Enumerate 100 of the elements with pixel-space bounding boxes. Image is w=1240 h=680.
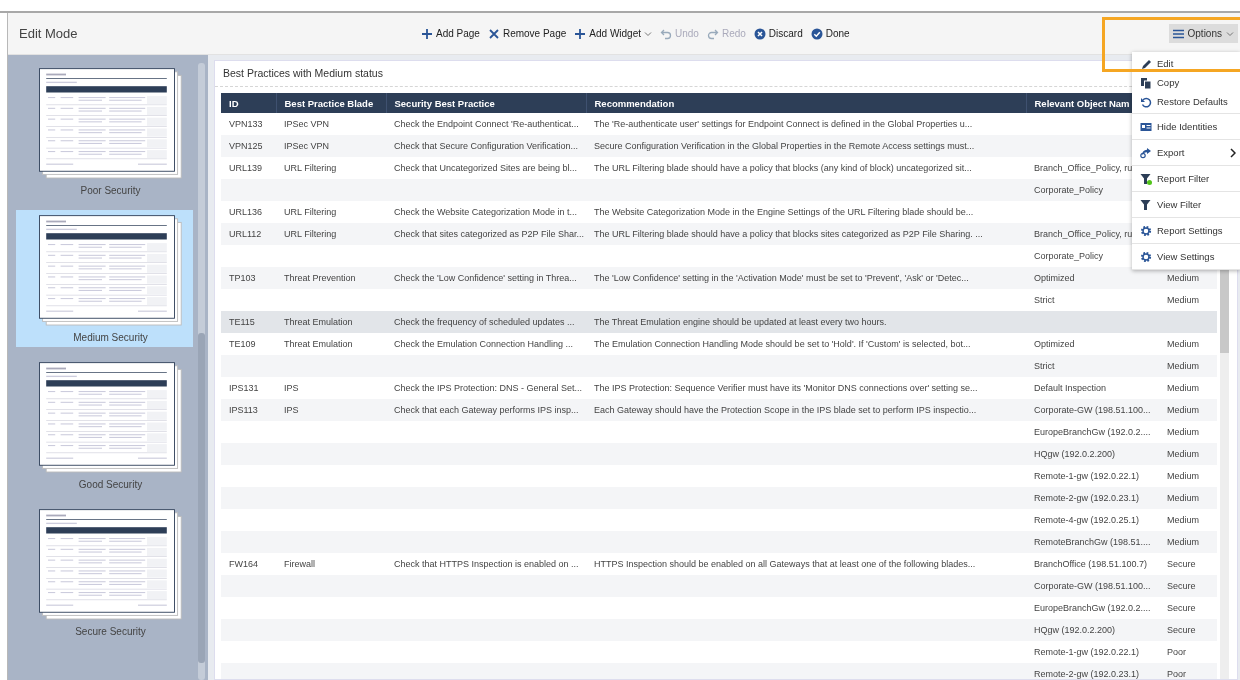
menu-item[interactable]: Hide Identities <box>1132 116 1240 137</box>
column-header[interactable]: Security Best Practice <box>386 93 586 113</box>
table-cell: Medium <box>1167 493 1199 503</box>
table-cell: Medium <box>1167 339 1199 349</box>
table-cell: The URL Filtering blade should have a policy that blocks (any kind of block) uncategorized sit... <box>594 163 972 173</box>
column-header[interactable]: ID <box>221 93 276 113</box>
table-cell: Secure <box>1167 559 1196 569</box>
table-cell: Remote-2-gw (192.0.23.1) <box>1034 493 1140 503</box>
table-cell: Secure <box>1167 625 1196 635</box>
table-cell: Check that each Gateway performs IPS insp... <box>394 405 579 415</box>
table-cell: Medium <box>1167 295 1199 305</box>
table-cell: Check that HTTPS Inspection is enabled on ... <box>394 559 579 569</box>
table-cell: TE115 <box>229 317 255 327</box>
table-cell: Corporate_Policy <box>1034 185 1104 195</box>
table-cell: Check the frequency of scheduled updates ... <box>394 317 575 327</box>
cancel-icon <box>753 27 766 40</box>
table-cell: HTTPS Inspection should be enabled on all Gateways that at least one of the following blades... <box>594 559 976 569</box>
table-cell: Firewall <box>284 559 315 569</box>
toolbar-button[interactable]: Discard <box>753 27 803 40</box>
filter-icon <box>1140 172 1152 185</box>
column-header[interactable]: Best Practice Blade <box>276 93 386 113</box>
restore-icon <box>1140 95 1152 108</box>
table-cell: Medium <box>1167 449 1199 459</box>
table-cell: TP103 <box>229 273 256 283</box>
table-cell: URL Filtering <box>284 207 337 217</box>
table-cell: Medium <box>1167 515 1199 525</box>
table-cell: Medium <box>1167 537 1199 547</box>
options-button[interactable]: Options <box>1168 24 1238 43</box>
table-cell: EuropeBranchGw (192.0.2.... <box>1034 427 1151 437</box>
page-item[interactable]: Poor Security <box>16 63 193 200</box>
table-cell: FW164 <box>229 559 258 569</box>
table-cell: URL139 <box>229 163 263 173</box>
menu-item[interactable]: Edit <box>1132 54 1240 73</box>
table-cell: Branch_Office_Policy, ru <box>1034 163 1133 173</box>
menu-item[interactable]: View Filter <box>1132 194 1240 215</box>
settings-icon <box>1140 224 1152 237</box>
table-cell: Medium <box>1167 471 1199 481</box>
table-cell: The 'Re-authenticate user' settings for Endpoint Connect is defined in the Global Properties u... <box>594 119 973 129</box>
table-cell: URL112 <box>229 229 262 239</box>
table-cell: VPN133 <box>229 119 263 129</box>
table-cell: Check that Secure Configuration Verification... <box>394 141 579 151</box>
scrollbar[interactable] <box>198 63 205 680</box>
table-cell: IPSec VPN <box>284 119 330 129</box>
column-header[interactable]: Recommendation <box>586 93 1026 113</box>
table-cell: IPS131 <box>229 383 259 393</box>
page-item[interactable]: Secure Security <box>16 504 193 641</box>
page-label: Secure Security <box>75 626 146 637</box>
table-cell: Threat Emulation <box>284 317 353 327</box>
pencil-icon <box>1140 57 1152 70</box>
table-cell: Remote-1-gw (192.0.22.1) <box>1034 471 1140 481</box>
table-cell: EuropeBranchGw (192.0.2.... <box>1034 603 1151 613</box>
page-label: Good Security <box>78 479 143 490</box>
filter-icon <box>1140 198 1152 211</box>
check-circle-icon <box>810 27 823 40</box>
page-item[interactable]: Good Security <box>16 357 193 494</box>
table-cell: Strict <box>1034 295 1055 305</box>
toolbar-button[interactable]: Done <box>810 27 850 40</box>
menu-item[interactable]: Copy <box>1132 73 1240 92</box>
table-cell: Threat Emulation <box>284 339 353 349</box>
table-cell: Default Inspection <box>1034 383 1107 393</box>
page-item[interactable]: Medium Security <box>16 210 193 347</box>
table-cell: Corporate-GW (198.51.100... <box>1034 581 1151 591</box>
table-cell: Check that Uncategorized Sites are being bl... <box>394 163 578 173</box>
table-cell: Optimized <box>1034 273 1075 283</box>
table-cell: TE109 <box>229 339 256 349</box>
page-label: Poor Security <box>80 185 141 196</box>
export-icon <box>1140 146 1152 159</box>
menu-item[interactable]: View Settings <box>1132 246 1240 267</box>
chevron-icon <box>1230 147 1236 158</box>
toolbar-button[interactable]: Remove Page <box>487 27 567 40</box>
table-cell: URL Filtering <box>284 163 337 173</box>
menu-item[interactable]: Report Filter <box>1132 168 1240 189</box>
table-cell: IPS <box>284 405 299 415</box>
table-cell: The Emulation Connection Handling Mode should be set to 'Hold'. If 'Custom' is selected, bot... <box>594 339 971 349</box>
toolbar-button[interactable]: Add Page <box>421 27 480 40</box>
table-cell: Poor <box>1167 669 1186 679</box>
table-cell: Check the Endpoint Connect 'Re-authenticat... <box>394 119 579 129</box>
table-cell: HQgw (192.0.2.200) <box>1034 625 1116 635</box>
table-cell: The IPS Protection: Sequence Verifier must have its 'Monitor DNS connections over' setting se... <box>594 383 978 393</box>
table-cell: Check the Emulation Connection Handling ... <box>394 339 574 349</box>
table-cell: Secure Configuration Verification in the Global Properties in the Remote Access settings must... <box>594 141 975 151</box>
table-cell: BranchOffice (198.51.100.7) <box>1034 559 1147 569</box>
plus-icon <box>421 27 433 40</box>
table-cell: URL136 <box>229 207 263 217</box>
table-cell: Remote-1-gw (192.0.22.1) <box>1034 647 1140 657</box>
undo-icon <box>660 27 672 40</box>
menu-item[interactable]: Report Settings <box>1132 220 1240 241</box>
table-cell: Corporate_Policy <box>1034 251 1104 261</box>
table-cell: RemoteBranchGw (198.51.... <box>1034 537 1151 547</box>
table-cell: The URL Filtering blade should have a policy that blocks sites categorized as P2P File Sharing. ... <box>594 229 983 239</box>
toolbar-button[interactable]: Add Widget <box>574 27 652 40</box>
page-title: Edit Mode <box>18 26 79 41</box>
close-icon <box>487 27 500 40</box>
id-card-icon <box>1140 120 1152 133</box>
caret-icon <box>1226 30 1234 37</box>
table-cell: Remote-4-gw (192.0.25.1) <box>1034 515 1140 525</box>
menu-item[interactable]: Export <box>1132 142 1240 163</box>
table-cell: VPN125 <box>229 141 263 151</box>
table-cell: Check that sites categorized as P2P File Shar... <box>394 229 584 239</box>
copy-icon <box>1140 76 1152 89</box>
